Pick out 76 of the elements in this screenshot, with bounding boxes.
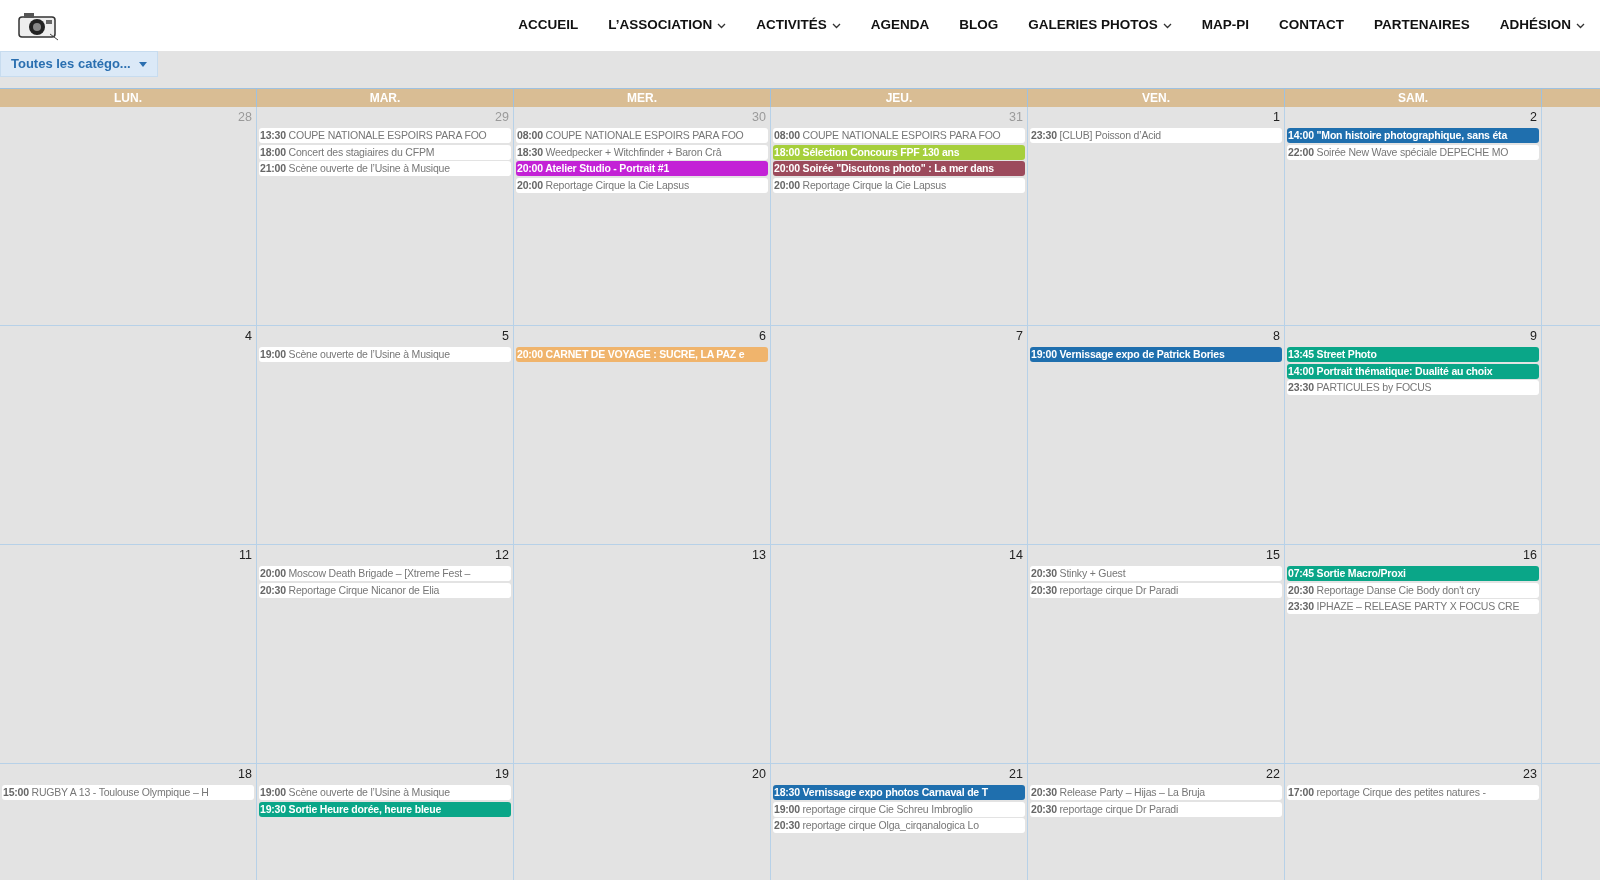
weekday-header: MER. — [514, 89, 771, 107]
calendar-event[interactable]: 23:30 PARTICULES by FOCUS — [1287, 380, 1539, 395]
nav-link[interactable]: ACCUEIL — [503, 15, 594, 36]
day-number: 16 — [1523, 547, 1537, 565]
weekday-header: VEN. — [1028, 89, 1285, 107]
day-number: 6 — [759, 328, 766, 346]
calendar-event[interactable]: 19:00 Vernissage expo de Patrick Bories — [1030, 347, 1282, 362]
nav-link[interactable]: BLOG — [944, 15, 1014, 36]
day-number: 31 — [1009, 109, 1023, 127]
day-number: 21 — [1009, 766, 1023, 784]
calendar-event[interactable]: 23:30 [CLUB] Poisson d’Acid — [1030, 128, 1282, 143]
day-number: 9 — [1530, 328, 1537, 346]
day-number: 5 — [502, 328, 509, 346]
day-number: 14 — [1009, 547, 1023, 565]
day-number: 12 — [495, 547, 509, 565]
calendar-event[interactable]: 20:00 Reportage Cirque la Cie Lapsus — [516, 177, 768, 193]
calendar-event[interactable]: 20:30 Release Party – Hijas – La Bruja — [1030, 785, 1282, 800]
nav-link[interactable]: GALERIES PHOTOS — [1013, 15, 1187, 36]
nav-link[interactable]: AGENDA — [855, 15, 945, 36]
calendar-event[interactable]: 19:00 Scène ouverte de l’Usine à Musique — [259, 347, 511, 362]
day-number: 19 — [495, 766, 509, 784]
day-number: 22 — [1266, 766, 1280, 784]
day-number: 1 — [1273, 109, 1280, 127]
calendar-event[interactable]: 18:30 Vernissage expo photos Carnaval de T — [773, 785, 1025, 800]
day-number: 13 — [752, 547, 766, 565]
calendar-event[interactable]: 19:00 Scène ouverte de l’Usine à Musique — [259, 785, 511, 800]
day-number: 15 — [1266, 547, 1280, 565]
day-number: 28 — [238, 109, 252, 127]
day-number: 30 — [752, 109, 766, 127]
weekday-header: JEU. — [771, 89, 1028, 107]
calendar-event[interactable]: 20:30 reportage cirque Dr Paradi — [1030, 801, 1282, 817]
calendar-event[interactable]: 20:30 Reportage Cirque Nicanor de Elia — [259, 582, 511, 598]
calendar-event[interactable]: 19:30 Sortie Heure dorée, heure bleue — [259, 801, 511, 817]
category-dropdown[interactable]: Toutes les catégo... — [0, 51, 158, 77]
calendar-event[interactable]: 20:30 reportage cirque Olga_cirqanalogica Lo — [773, 818, 1025, 833]
day-number: 7 — [1016, 328, 1023, 346]
day-number: 20 — [752, 766, 766, 784]
calendar-event[interactable]: 21:00 Scène ouverte de l’Usine à Musique — [259, 161, 511, 176]
day-number: 4 — [245, 328, 252, 346]
nav-link[interactable]: ACTIVITÉS — [741, 15, 856, 36]
calendar-event[interactable]: 13:30 COUPE NATIONALE ESPOIRS PARA FOO — [259, 128, 511, 143]
calendar-event[interactable]: 15:00 RUGBY A 13 - Toulouse Olympique – H — [2, 785, 254, 800]
nav-link[interactable]: PARTENAIRES — [1358, 15, 1485, 36]
calendar-event[interactable]: 23:30 IPHAZE – RELEASE PARTY X FOCUS CRE — [1287, 599, 1539, 614]
calendar-event[interactable]: 20:00 Soirée "Discutons photo" : La mer dans — [773, 161, 1025, 176]
calendar-event[interactable]: 17:00 reportage Cirque des petites natures - — [1287, 785, 1539, 800]
calendar-event[interactable]: 22:00 Soirée New Wave spéciale DEPECHE MO — [1287, 144, 1539, 160]
calendar-event[interactable]: 20:00 Atelier Studio - Portrait #1 — [516, 161, 768, 176]
day-number: 23 — [1523, 766, 1537, 784]
nav-link[interactable]: MAP-PI — [1186, 15, 1264, 36]
calendar-event[interactable]: 18:00 Concert des stagiaires du CFPM — [259, 144, 511, 160]
day-number: 2 — [1530, 109, 1537, 127]
day-number: 8 — [1273, 328, 1280, 346]
weekday-header: LUN. — [0, 89, 257, 107]
calendar-event[interactable]: 20:30 Reportage Danse Cie Body don't cry — [1287, 582, 1539, 598]
calendar-event[interactable]: 20:30 reportage cirque Dr Paradi — [1030, 582, 1282, 598]
calendar-event[interactable]: 19:00 reportage cirque Cie Schreu Imbroglio — [773, 801, 1025, 817]
caret-icon — [138, 61, 147, 67]
weekday-header: MAR. — [257, 89, 514, 107]
nav-link[interactable]: L’ASSOCIATION — [593, 15, 742, 36]
calendar-event[interactable]: 13:45 Street Photo — [1287, 347, 1539, 362]
day-number: 29 — [495, 109, 509, 127]
nav-link[interactable]: ADHÉSION — [1484, 15, 1600, 36]
nav-link[interactable]: CONTACT — [1263, 15, 1359, 36]
calendar-event[interactable]: 07:45 Sortie Macro/Proxi — [1287, 566, 1539, 581]
calendar-event[interactable]: 20:00 Moscow Death Brigade – [Xtreme Fest – — [259, 566, 511, 581]
day-number: 11 — [239, 547, 252, 565]
calendar-event[interactable]: 20:00 Reportage Cirque la Cie Lapsus — [773, 177, 1025, 193]
calendar-event[interactable]: 14:00 "Mon histoire photographique, sans éta — [1287, 128, 1539, 143]
calendar-event[interactable]: 20:30 Stinky + Guest — [1030, 566, 1282, 581]
calendar-event[interactable]: 08:00 COUPE NATIONALE ESPOIRS PARA FOO — [773, 128, 1025, 143]
calendar-event[interactable]: 08:00 COUPE NATIONALE ESPOIRS PARA FOO — [516, 128, 768, 143]
calendar-event[interactable]: 18:30 Weedpecker + Witchfinder + Baron Crâ — [516, 144, 768, 160]
weekday-header: SAM. — [1285, 89, 1542, 107]
day-number: 18 — [238, 766, 252, 784]
calendar-event[interactable]: 14:00 Portrait thématique: Dualité au choix — [1287, 363, 1539, 379]
